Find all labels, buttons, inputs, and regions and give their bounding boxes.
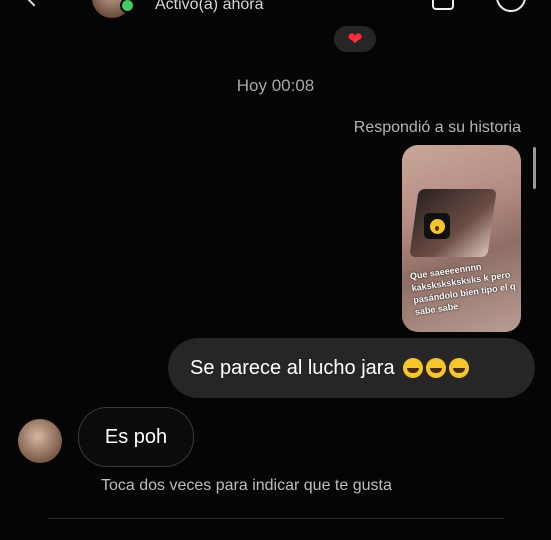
story-reply-label: Respondió a su historia xyxy=(353,119,521,136)
sweat-smile-emoji-icon xyxy=(425,358,446,378)
phone-icon[interactable] xyxy=(432,0,454,10)
online-indicator xyxy=(120,0,135,13)
video-icon[interactable] xyxy=(496,0,526,12)
heart-reaction[interactable]: ❤ xyxy=(334,26,376,52)
sent-message-text: Se parece al lucho jara xyxy=(190,356,395,379)
received-message-text: Es poh xyxy=(104,425,168,448)
story-photo xyxy=(409,189,497,257)
chat-header: Activo(a) ahora xyxy=(0,0,551,20)
surprised-emoji-sticker-icon xyxy=(424,213,450,239)
sweat-smile-emoji-icon xyxy=(402,358,423,378)
divider xyxy=(48,518,504,519)
back-chevron-icon[interactable] xyxy=(25,0,43,7)
scrollbar[interactable] xyxy=(533,147,536,189)
sender-avatar[interactable] xyxy=(18,419,62,463)
story-thumbnail[interactable]: Que saeeeennnn kaksksksksksks k pero pas… xyxy=(402,145,521,332)
double-tap-hint: Toca dos veces para indicar que te gusta xyxy=(101,477,392,494)
heart-icon: ❤ xyxy=(347,29,363,49)
sent-message-bubble[interactable]: Se parece al lucho jara xyxy=(168,338,535,398)
story-caption: Que saeeeennnn kaksksksksksks k pero pas… xyxy=(409,261,517,318)
hand-over-mouth-emoji-icon xyxy=(448,358,469,378)
date-separator: Hoy 00:08 xyxy=(236,76,315,95)
active-status: Activo(a) ahora xyxy=(155,0,264,13)
received-message-bubble[interactable]: Es poh xyxy=(78,407,194,467)
